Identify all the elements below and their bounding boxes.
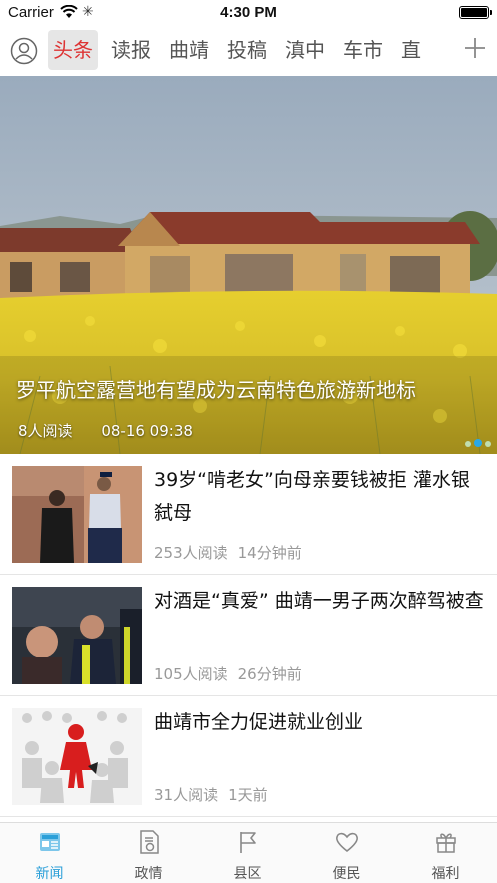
news-timestamp: 1天前 xyxy=(228,786,268,804)
carousel-dot[interactable] xyxy=(465,441,471,447)
tabbar-county[interactable]: 县区 xyxy=(198,829,297,883)
politics-doc-icon xyxy=(139,830,159,854)
news-item[interactable]: 对酒是“真爱” 曲靖一男子两次醉驾被查 105人阅读 26分钟前 xyxy=(0,575,497,696)
news-meta: 105人阅读 26分钟前 xyxy=(154,663,312,684)
hero-meta: 8人阅读 08-16 09:38 xyxy=(18,420,217,441)
add-channel-icon[interactable] xyxy=(463,36,487,60)
news-thumbnail xyxy=(12,466,142,563)
news-title[interactable]: 对酒是“真爱” 曲靖一男子两次醉驾被查 xyxy=(154,585,484,618)
hero-banner[interactable]: 罗平航空露营地有望成为云南特色旅游新地标 8人阅读 08-16 09:38 xyxy=(0,76,497,454)
tabbar-politics-label: 政情 xyxy=(134,866,163,882)
news-title[interactable]: 曲靖市全力促进就业创业 xyxy=(154,706,484,739)
tab-dubao[interactable]: 读报 xyxy=(106,30,156,70)
news-timestamp: 14分钟前 xyxy=(237,544,302,562)
news-meta: 253人阅读 14分钟前 xyxy=(154,542,312,563)
channel-nav: 头条 读报 曲靖 投稿 滇中 车市直 xyxy=(0,26,497,76)
bottom-tab-bar: 新闻 政情 县区 便民 福利 xyxy=(0,822,497,883)
tabbar-news-label: 新闻 xyxy=(35,866,64,882)
tabbar-politics[interactable]: 政情 xyxy=(99,829,198,883)
news-thumbnail xyxy=(12,708,142,805)
tabbar-welfare-label: 福利 xyxy=(431,866,460,882)
tabbar-news[interactable]: 新闻 xyxy=(0,829,99,883)
news-timestamp: 26分钟前 xyxy=(237,665,302,683)
tab-tougao[interactable]: 投稿 xyxy=(222,30,272,70)
tabbar-service-label: 便民 xyxy=(332,866,361,882)
hero-timestamp: 08-16 09:38 xyxy=(101,422,193,440)
gift-icon xyxy=(435,833,456,853)
tab-zhi[interactable]: 直 xyxy=(396,30,426,70)
hero-title[interactable]: 罗平航空露营地有望成为云南特色旅游新地标 xyxy=(16,374,416,403)
tabbar-service[interactable]: 便民 xyxy=(297,829,396,883)
carousel-dot[interactable] xyxy=(485,441,491,447)
tabbar-county-label: 县区 xyxy=(233,866,262,882)
tab-cheshi[interactable]: 车市 xyxy=(338,30,388,70)
news-read-count: 253人阅读 xyxy=(154,544,228,562)
news-meta: 31人阅读 1天前 xyxy=(154,784,278,805)
hero-read-count: 8人阅读 xyxy=(18,422,73,440)
carousel-dot-active[interactable] xyxy=(474,439,482,447)
news-item[interactable]: 曲靖市全力促进就业创业 31人阅读 1天前 xyxy=(0,696,497,817)
tabs-fade xyxy=(433,30,461,70)
tab-dianzhong[interactable]: 滇中 xyxy=(280,30,330,70)
news-list: 39岁“啃老女”向母亲要钱被拒 灌水银弑母 253人阅读 14分钟前 对酒是“真爱… xyxy=(0,454,497,817)
carousel-indicator[interactable] xyxy=(462,432,491,451)
flag-icon xyxy=(239,832,256,853)
news-item[interactable]: 39岁“啃老女”向母亲要钱被拒 灌水银弑母 253人阅读 14分钟前 xyxy=(0,454,497,575)
news-thumbnail xyxy=(12,587,142,684)
news-read-count: 31人阅读 xyxy=(154,786,219,804)
tab-qujing[interactable]: 曲靖 xyxy=(164,30,214,70)
battery-icon xyxy=(459,6,492,19)
user-avatar-icon[interactable] xyxy=(10,37,38,65)
news-read-count: 105人阅读 xyxy=(154,665,228,683)
heart-icon xyxy=(335,832,358,853)
status-bar: Carrier ✳ 4:30 PM xyxy=(0,0,497,26)
channel-tabs: 头条 读报 曲靖 投稿 滇中 车市直 xyxy=(48,30,458,70)
tabbar-welfare[interactable]: 福利 xyxy=(396,829,495,883)
news-icon xyxy=(39,833,60,851)
tab-toutiao[interactable]: 头条 xyxy=(48,30,98,70)
news-title[interactable]: 39岁“啃老女”向母亲要钱被拒 灌水银弑母 xyxy=(154,464,484,530)
clock: 4:30 PM xyxy=(220,4,277,21)
